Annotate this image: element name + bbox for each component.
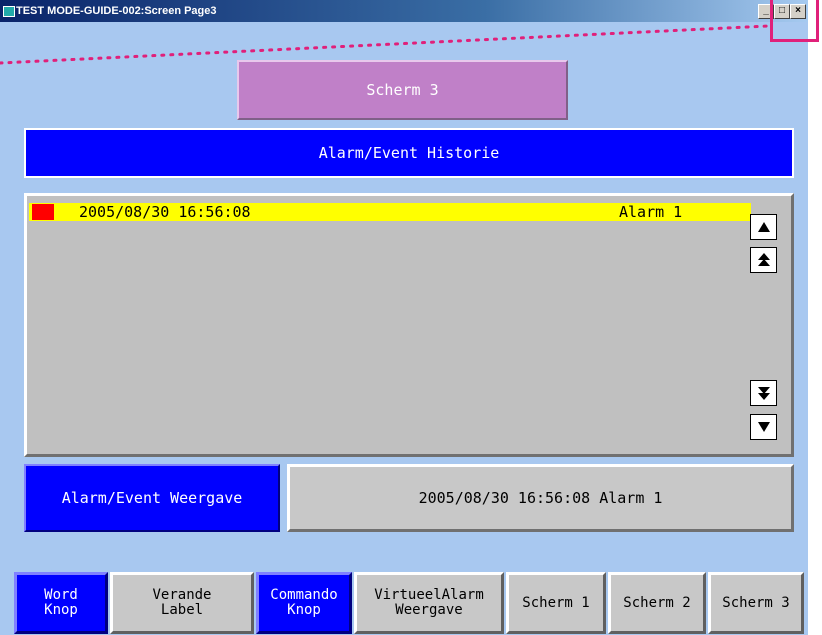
alarm-event-view-button[interactable]: Alarm/Event Weergave [24,464,280,532]
scherm-2-button[interactable]: Scherm 2 [608,572,706,634]
app-icon [3,6,15,17]
close-button[interactable]: × [790,4,806,19]
minimize-button[interactable]: _ [758,4,774,19]
scroll-page-down-button[interactable] [750,380,777,406]
scroll-up-button[interactable] [750,214,777,240]
scroll-down-button[interactable] [750,414,777,440]
maximize-button[interactable]: □ [774,4,790,19]
alarm-row[interactable]: 2005/08/30 16:56:08 Alarm 1 [29,203,751,221]
scherm-3-button[interactable]: Scherm 3 [708,572,804,634]
arrow-down-icon [757,422,770,432]
alarm-history-header: Alarm/Event Historie [24,128,794,178]
current-alarm-display: 2005/08/30 16:56:08 Alarm 1 [287,464,794,532]
screen-title: Scherm 3 [237,60,568,120]
scroll-page-up-button[interactable] [750,247,777,273]
verande-label-button[interactable]: Verande Label [110,572,254,634]
hmi-window: TEST MODE-GUIDE-002:Screen Page3 _ □ × S… [0,0,808,635]
alarm-history-list[interactable]: 2005/08/30 16:56:08 Alarm 1 [24,193,794,457]
alarm-marker-icon [32,204,54,220]
virtueel-alarm-weergave-button[interactable]: VirtueelAlarm Weergave [354,572,504,634]
double-arrow-down-icon [757,387,770,400]
window-title: TEST MODE-GUIDE-002:Screen Page3 [16,5,217,17]
word-knop-button[interactable]: Word Knop [14,572,108,634]
scherm-1-button[interactable]: Scherm 1 [506,572,606,634]
alarm-timestamp: 2005/08/30 16:56:08 [79,203,251,221]
double-arrow-up-icon [757,253,770,266]
commando-knop-button[interactable]: Commando Knop [256,572,352,634]
alarm-name: Alarm 1 [619,203,683,221]
arrow-up-icon [757,222,770,232]
title-bar: TEST MODE-GUIDE-002:Screen Page3 _ □ × [0,0,808,22]
